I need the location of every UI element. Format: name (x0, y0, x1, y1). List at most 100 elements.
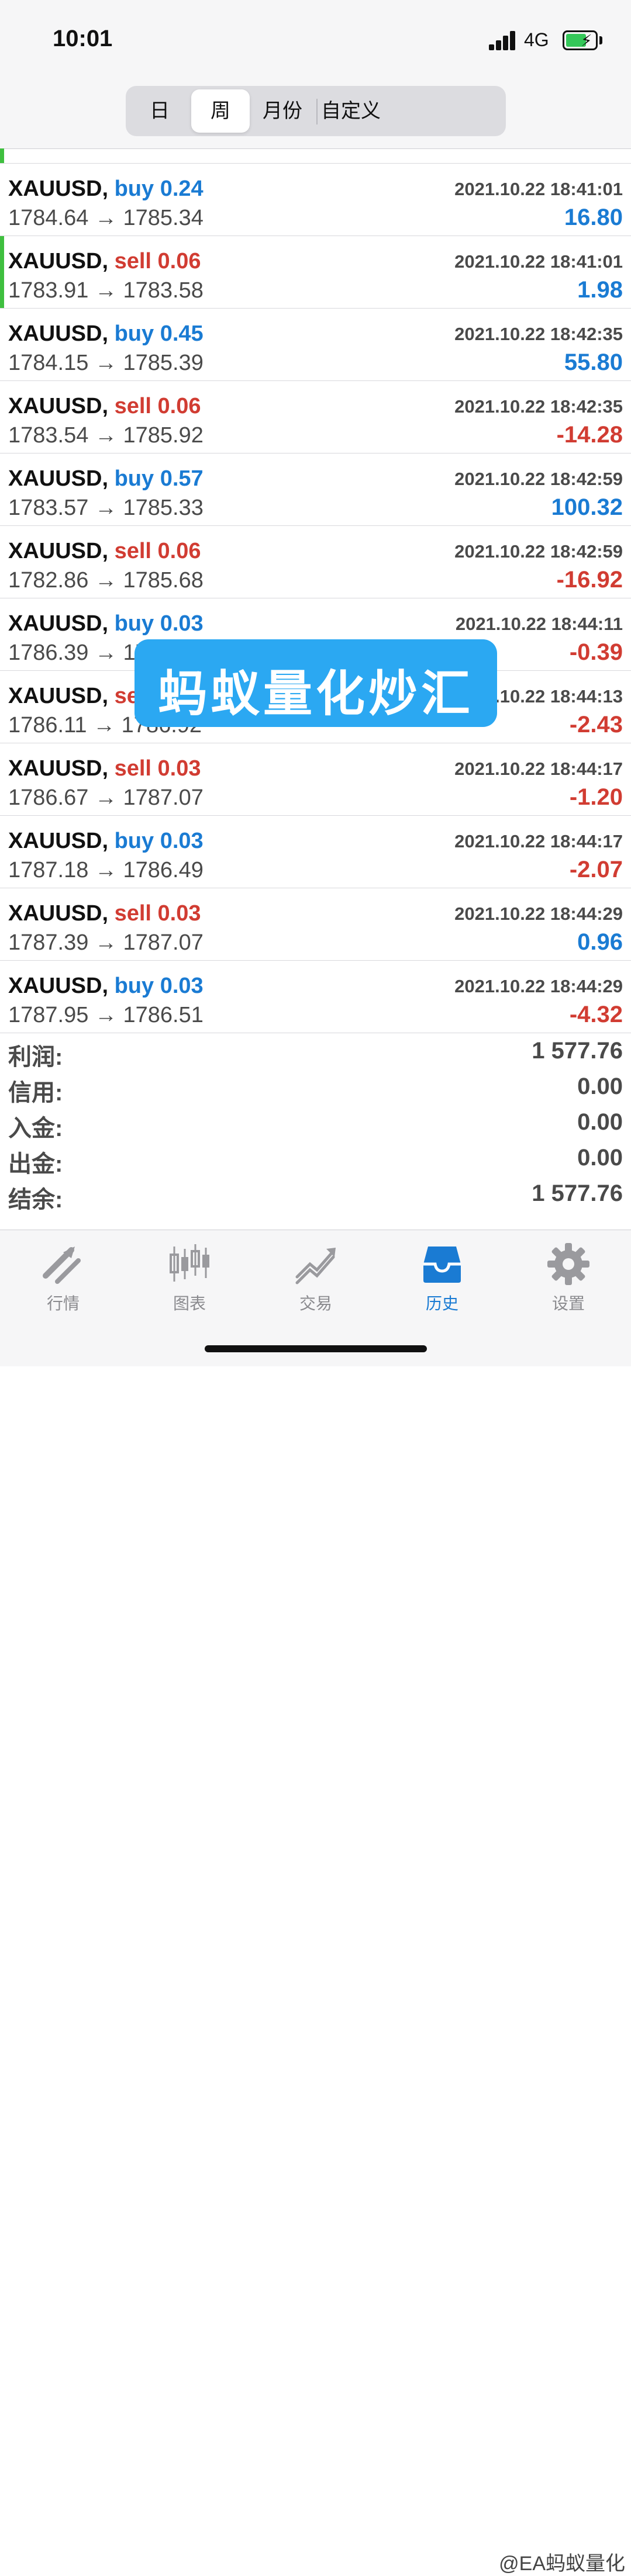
arrow-icon: → (93, 713, 116, 738)
arrow-icon: → (94, 930, 117, 955)
open-price: 1787.39 (8, 930, 89, 955)
table-row-partial[interactable] (0, 148, 631, 164)
arrow-icon: → (94, 423, 117, 448)
arrow-icon: → (94, 858, 117, 882)
chart-icon (170, 1244, 209, 1282)
summary-value: 0.00 (577, 1109, 623, 1135)
table-row[interactable]: XAUUSD, buy 0.03 2021.10.22 18:44:17 1787.… (0, 816, 631, 888)
tab-settings[interactable]: 设置 (522, 1241, 615, 1328)
trade-date: 2021.10.22 18:44:17 (454, 759, 623, 779)
status-time: 10:01 (53, 26, 113, 51)
close-price: 1786.49 (123, 858, 204, 882)
trade-date: 2021.10.22 18:44:11 (455, 614, 623, 634)
tab-label: 交易 (299, 1294, 332, 1313)
network-type: 4G (524, 29, 549, 50)
trade-symbol: XAUUSD, buy 0.45 (8, 321, 204, 347)
trade-prices: 1787.39 → 1787.07 (8, 930, 204, 955)
summary-label: 出金: (8, 1151, 63, 1177)
status-bar: 10:01 4G ⚡ (0, 0, 631, 82)
tab-label: 设置 (551, 1294, 585, 1313)
trade-icon (295, 1248, 336, 1284)
open-price: 1787.18 (8, 858, 89, 882)
open-price: 1786.39 (8, 640, 89, 665)
symbol-text: XAUUSD, (8, 901, 109, 926)
trade-side: buy (114, 611, 154, 636)
table-row[interactable]: XAUUSD, buy 0.24 2021.10.22 18:41:01 1784.… (0, 164, 631, 236)
history-icon (423, 1247, 461, 1283)
tab-label: 历史 (425, 1294, 458, 1313)
trade-prices: 1784.15 → 1785.39 (8, 351, 204, 376)
battery-icon: ⚡ (563, 30, 598, 50)
table-row[interactable]: XAUUSD, sell 0.06 2021.10.22 18:41:01 1783… (0, 236, 631, 309)
tab-day[interactable]: 日 (129, 89, 190, 133)
trade-symbol: XAUUSD, buy 0.24 (8, 176, 204, 202)
trade-profit: -2.07 (569, 857, 623, 882)
summary-deposit: 入金: 0.00 (0, 1106, 631, 1141)
summary-section: 利润: 1 577.76 信用: 0.00 入金: 0.00 出金: 0.00 … (0, 1034, 631, 1213)
trade-volume: 0.06 (157, 394, 201, 418)
symbol-text: XAUUSD, (8, 466, 109, 491)
summary-label: 入金: (8, 1116, 63, 1141)
tab-week[interactable]: 周 (191, 89, 250, 133)
table-row[interactable]: XAUUSD, sell 0.06 2021.10.22 18:42:59 1782… (0, 526, 631, 598)
trade-history-list[interactable]: XAUUSD, buy 0.24 2021.10.22 18:41:01 1784.… (0, 148, 631, 1033)
open-price: 1783.57 (8, 496, 89, 520)
table-row[interactable]: XAUUSD, sell 0.06 2021.10.22 18:42:35 1783… (0, 381, 631, 453)
symbol-text: XAUUSD, (8, 249, 109, 273)
segment-divider (316, 99, 318, 124)
trade-symbol: XAUUSD, buy 0.03 (8, 974, 204, 999)
trade-date: 2021.10.22 18:42:35 (454, 324, 623, 344)
watermark-text: 蚂蚁量化炒汇 (157, 666, 474, 721)
trade-profit: 0.96 (577, 929, 623, 955)
trade-side: buy (114, 321, 154, 346)
trade-side: sell (114, 901, 151, 926)
symbol-text: XAUUSD, (8, 394, 109, 418)
open-price: 1787.95 (8, 1003, 89, 1027)
open-price: 1783.91 (8, 278, 89, 303)
trade-prices: 1787.95 → 1786.51 (8, 1003, 204, 1028)
trade-volume: 0.06 (157, 539, 201, 563)
tab-quotes[interactable]: 行情 (16, 1241, 110, 1328)
arrow-icon: → (94, 785, 117, 810)
watermark-banner: 蚂蚁量化炒汇 (135, 639, 497, 727)
close-price: 1785.33 (123, 496, 204, 520)
open-price: 1786.11 (8, 713, 87, 738)
trade-volume: 0.06 (157, 249, 201, 273)
trade-profit: 1.98 (577, 277, 623, 303)
trade-date: 2021.10.22 18:44:17 (454, 831, 623, 851)
close-price: 1786.51 (123, 1003, 204, 1027)
trade-side: buy (114, 176, 154, 201)
table-row[interactable]: XAUUSD, buy 0.57 2021.10.22 18:42:59 1783.… (0, 453, 631, 526)
trade-side: sell (114, 249, 151, 273)
trade-profit: -16.92 (556, 567, 623, 593)
trade-symbol: XAUUSD, sell 0.03 (8, 901, 201, 926)
period-segmented-control: 日 周 月份 自定义 (126, 86, 506, 136)
arrow-icon: → (94, 1003, 117, 1027)
trade-date: 2021.10.22 18:42:59 (454, 541, 623, 562)
table-row[interactable]: XAUUSD, buy 0.45 2021.10.22 18:42:35 1784.… (0, 309, 631, 381)
arrow-icon: → (94, 206, 117, 230)
trade-symbol: XAUUSD, buy 0.03 (8, 829, 204, 854)
symbol-text: XAUUSD, (8, 974, 109, 998)
trade-prices: 1787.18 → 1786.49 (8, 858, 204, 883)
tab-label: 行情 (46, 1294, 80, 1313)
home-indicator[interactable] (205, 1345, 427, 1352)
table-row[interactable]: XAUUSD, sell 0.03 2021.10.22 18:44:17 1786… (0, 743, 631, 816)
trade-symbol: XAUUSD, buy 0.03 (8, 611, 204, 636)
tab-history[interactable]: 历史 (395, 1241, 489, 1328)
close-price: 1787.07 (123, 930, 204, 955)
summary-label: 结余: (8, 1187, 63, 1213)
trade-prices: 1782.86 → 1785.68 (8, 568, 204, 593)
arrow-icon: → (94, 568, 117, 593)
table-row[interactable]: XAUUSD, sell 0.03 2021.10.22 18:44:29 1787… (0, 888, 631, 961)
summary-profit: 利润: 1 577.76 (0, 1034, 631, 1070)
trade-volume: 0.03 (157, 901, 201, 926)
tab-trade[interactable]: 交易 (269, 1241, 363, 1328)
trade-date: 2021.10.22 18:44:29 (454, 903, 623, 924)
trade-date: 2021.10.22 18:41:01 (454, 251, 623, 272)
tab-month[interactable]: 月份 (251, 89, 314, 133)
tab-custom[interactable]: 自定义 (319, 89, 383, 133)
table-row[interactable]: XAUUSD, buy 0.03 2021.10.22 18:44:29 1787.… (0, 961, 631, 1033)
tab-chart[interactable]: 图表 (143, 1241, 236, 1328)
open-price: 1784.15 (8, 351, 89, 375)
